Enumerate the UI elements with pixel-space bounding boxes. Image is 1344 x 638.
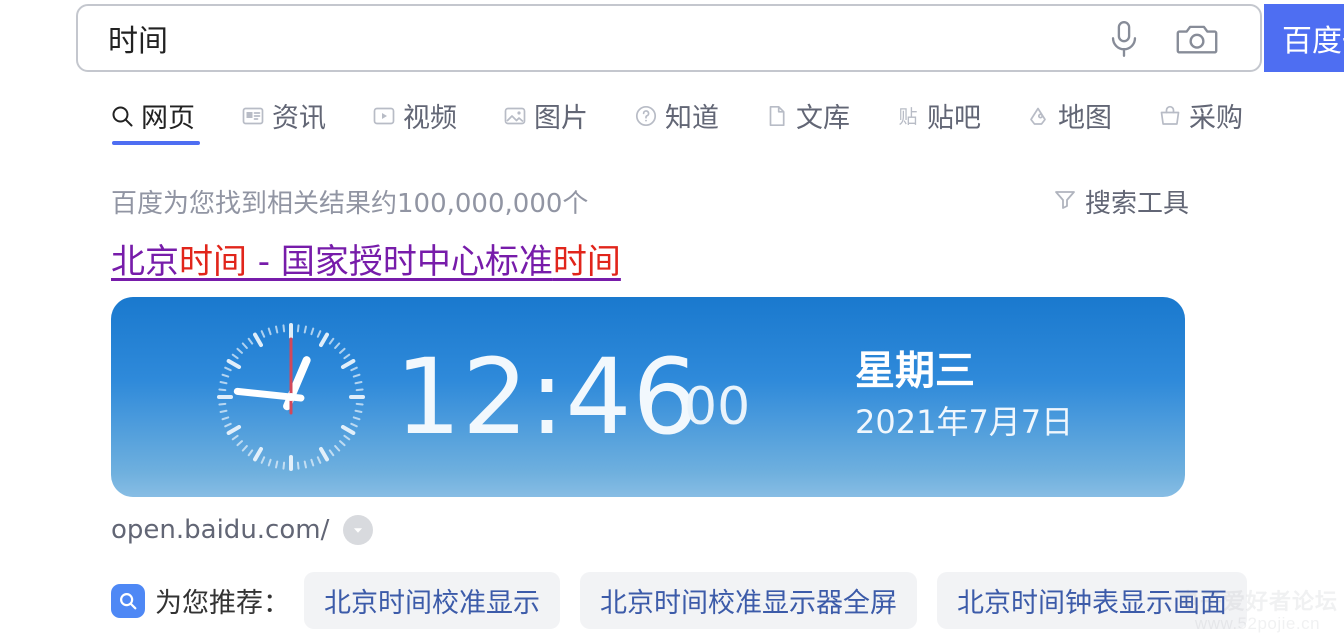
svg-text:贴: 贴 bbox=[898, 106, 917, 128]
tab-images[interactable]: 图片 bbox=[503, 96, 588, 145]
tab-video[interactable]: 视频 bbox=[372, 96, 457, 145]
related-searches-label: 为您推荐： bbox=[155, 588, 290, 619]
tab-label: 资讯 bbox=[272, 103, 326, 134]
search-tools-label: 搜索工具 bbox=[1084, 189, 1189, 219]
related-searches-row: 为您推荐： 北京时间校准显示 北京时间校准显示器全屏 北京时间钟表显示画面 bbox=[111, 572, 1267, 629]
question-icon bbox=[634, 104, 658, 128]
title-highlight: 时间 bbox=[179, 242, 247, 282]
tab-purchase[interactable]: 采购 bbox=[1158, 96, 1243, 145]
search-vertical-tabs: 网页 资讯 视频 图片 知道 文库 贴 贴吧 地图 采购 bbox=[110, 96, 1289, 145]
camera-icon[interactable] bbox=[1176, 22, 1218, 56]
search-submit-button[interactable]: 百度一下 bbox=[1264, 4, 1344, 72]
page-header: 度 百度一下 bbox=[0, 0, 1344, 78]
title-highlight: 时间 bbox=[552, 242, 621, 282]
funnel-icon bbox=[1053, 187, 1077, 216]
search-badge-icon bbox=[111, 583, 145, 618]
result-count-text: 百度为您找到相关结果约100,000,000个 bbox=[111, 189, 589, 219]
tab-label: 文库 bbox=[796, 103, 850, 134]
search-box[interactable] bbox=[76, 4, 1262, 72]
tab-label: 地图 bbox=[1058, 103, 1112, 134]
related-search-chip[interactable]: 北京时间校准显示器全屏 bbox=[580, 572, 917, 629]
source-url[interactable]: open.baidu.com/ bbox=[111, 515, 329, 545]
weekday-label: 星期三 bbox=[855, 348, 975, 394]
digital-clock-time: 12:46 bbox=[395, 336, 700, 458]
digital-clock-seconds: 00 bbox=[684, 377, 751, 437]
image-icon bbox=[503, 104, 527, 128]
active-tab-underline bbox=[112, 141, 200, 145]
chevron-down-icon[interactable] bbox=[343, 515, 374, 545]
search-input[interactable] bbox=[108, 6, 1108, 70]
map-pin-icon bbox=[1027, 104, 1051, 128]
tab-label: 视频 bbox=[403, 103, 457, 134]
document-icon bbox=[765, 104, 789, 128]
analog-clock-icon bbox=[213, 319, 369, 475]
tab-map[interactable]: 地图 bbox=[1027, 96, 1112, 145]
tab-zhidao[interactable]: 知道 bbox=[634, 96, 719, 145]
tab-tieba[interactable]: 贴 贴吧 bbox=[896, 96, 981, 145]
baidu-logo[interactable]: 度 bbox=[0, 14, 2, 60]
basket-icon bbox=[1158, 104, 1182, 128]
search-tools-button[interactable]: 搜索工具 bbox=[1053, 183, 1189, 220]
result-source-row: open.baidu.com/ bbox=[111, 515, 374, 545]
tab-label: 网页 bbox=[141, 103, 195, 134]
tab-wenku[interactable]: 文库 bbox=[765, 96, 850, 145]
beijing-time-widget[interactable]: 12:46 00 星期三 2021年7月7日 bbox=[111, 297, 1185, 497]
microphone-icon[interactable] bbox=[1106, 20, 1142, 58]
news-icon bbox=[241, 104, 265, 128]
title-segment: - 国家授时中心标准 bbox=[247, 242, 553, 282]
tab-label: 采购 bbox=[1189, 103, 1243, 134]
baidu-search-results-page: 度 百度一下 bbox=[0, 0, 1344, 638]
related-search-chip[interactable]: 北京时间钟表显示画面 bbox=[937, 572, 1247, 629]
date-label: 2021年7月7日 bbox=[855, 403, 1074, 441]
video-icon bbox=[372, 104, 396, 128]
title-segment: 北京 bbox=[111, 242, 179, 282]
tab-news[interactable]: 资讯 bbox=[241, 96, 326, 145]
tab-webpages[interactable]: 网页 bbox=[110, 96, 200, 145]
tieba-icon: 贴 bbox=[896, 104, 920, 128]
search-icon bbox=[110, 104, 134, 128]
tab-label: 贴吧 bbox=[927, 103, 981, 134]
related-search-chip[interactable]: 北京时间校准显示 bbox=[304, 572, 560, 629]
tab-label: 知道 bbox=[665, 103, 719, 134]
result-title-link[interactable]: 北京时间 - 国家授时中心标准时间 bbox=[111, 240, 621, 284]
tab-label: 图片 bbox=[534, 103, 588, 134]
